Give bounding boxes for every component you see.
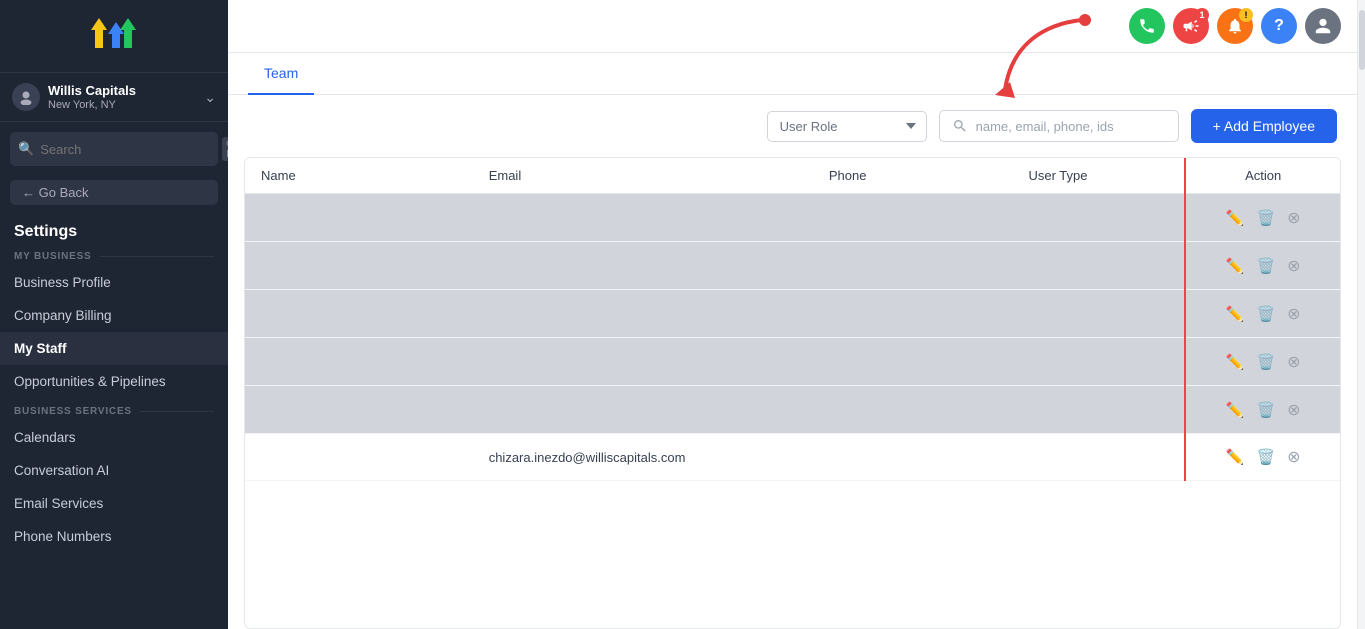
remove-access-button[interactable]: ⊗	[1284, 397, 1303, 423]
action-buttons: ✏️ 🗑️ ⊗	[1198, 205, 1328, 231]
search-input[interactable]	[40, 142, 216, 157]
col-header-phone: Phone	[813, 158, 1013, 194]
sidebar-item-email-services[interactable]: Email Services	[0, 487, 228, 520]
delete-button[interactable]: 🗑️	[1253, 302, 1278, 326]
sidebar-account[interactable]: Willis Capitals New York, NY ⌄	[0, 73, 228, 122]
edit-button[interactable]: ✏️	[1223, 445, 1248, 469]
account-info: Willis Capitals New York, NY	[48, 83, 196, 111]
user-profile-button[interactable]	[1305, 8, 1341, 44]
remove-access-button[interactable]: ⊗	[1284, 253, 1303, 279]
sidebar-item-my-staff[interactable]: My Staff	[0, 332, 228, 365]
remove-access-button[interactable]: ⊗	[1284, 205, 1303, 231]
search-input[interactable]	[976, 119, 1166, 134]
cell-user-type	[1012, 434, 1185, 481]
user-role-select[interactable]: User Role	[767, 111, 927, 142]
remove-access-button[interactable]: ⊗	[1284, 444, 1303, 470]
sidebar-item-conversation-ai[interactable]: Conversation AI	[0, 454, 228, 487]
sidebar-item-company-billing[interactable]: Company Billing	[0, 299, 228, 332]
phone-icon-button[interactable]	[1129, 8, 1165, 44]
table-row: ✏️ 🗑️ ⊗	[245, 290, 1340, 338]
table-row: chizara.inezdo@williscapitals.com ✏️ 🗑️ …	[245, 434, 1340, 481]
sidebar-item-calendars[interactable]: Calendars	[0, 421, 228, 454]
tab-team[interactable]: Team	[248, 53, 314, 95]
table-toolbar: User Role + Add Employee	[228, 95, 1357, 157]
logo-icon	[87, 14, 141, 62]
edit-button[interactable]: ✏️	[1223, 398, 1248, 422]
main-content: 1 ! ? Team User Role	[228, 0, 1357, 629]
bell-icon-button[interactable]: !	[1217, 8, 1253, 44]
table-row: ✏️ 🗑️ ⊗	[245, 242, 1340, 290]
go-back-label: ← Go Back	[22, 185, 88, 200]
cell-email: chizara.inezdo@williscapitals.com	[473, 434, 813, 481]
cell-phone	[813, 434, 1013, 481]
account-location: New York, NY	[48, 99, 196, 111]
remove-access-button[interactable]: ⊗	[1284, 349, 1303, 375]
col-header-name: Name	[245, 158, 473, 194]
sidebar-item-business-profile[interactable]: Business Profile	[0, 266, 228, 299]
settings-heading: Settings	[0, 215, 228, 243]
sidebar-item-phone-numbers[interactable]: Phone Numbers	[0, 520, 228, 553]
edit-button[interactable]: ✏️	[1223, 350, 1248, 374]
bell-badge: !	[1239, 8, 1253, 22]
cell-name	[245, 434, 473, 481]
col-header-email: Email	[473, 158, 813, 194]
go-back-button[interactable]: ← Go Back	[10, 180, 218, 205]
avatar	[12, 83, 40, 111]
remove-access-button[interactable]: ⊗	[1284, 301, 1303, 327]
sidebar-section-business-services: BUSINESS SERVICES	[0, 398, 228, 421]
col-header-user-type: User Type	[1012, 158, 1185, 194]
sidebar-item-opportunities-pipelines[interactable]: Opportunities & Pipelines	[0, 365, 228, 398]
search-icon	[952, 118, 968, 134]
search-icon: 🔍	[18, 141, 34, 157]
sidebar-section-my-business: MY BUSINESS	[0, 243, 228, 266]
sidebar-search-bar[interactable]: 🔍 ctrl K +	[10, 132, 218, 166]
action-buttons: ✏️ 🗑️ ⊗	[1198, 397, 1328, 423]
action-buttons: ✏️ 🗑️ ⊗	[1198, 253, 1328, 279]
action-buttons: ✏️ 🗑️ ⊗	[1198, 444, 1328, 470]
tabs-bar: Team	[228, 53, 1357, 95]
topbar: 1 ! ?	[228, 0, 1357, 53]
sidebar: Willis Capitals New York, NY ⌄ 🔍 ctrl K …	[0, 0, 228, 629]
megaphone-icon-button[interactable]: 1	[1173, 8, 1209, 44]
table-row: ✏️ 🗑️ ⊗	[245, 194, 1340, 242]
sidebar-nav: MY BUSINESS Business Profile Company Bil…	[0, 243, 228, 629]
add-employee-button[interactable]: + Add Employee	[1191, 109, 1337, 143]
col-header-action: Action	[1185, 158, 1340, 194]
chevron-down-icon: ⌄	[204, 89, 216, 106]
employees-table: Name Email Phone User Type Action	[245, 158, 1340, 481]
megaphone-badge: 1	[1195, 8, 1209, 22]
account-name: Willis Capitals	[48, 83, 196, 99]
action-buttons: ✏️ 🗑️ ⊗	[1198, 301, 1328, 327]
delete-button[interactable]: 🗑️	[1253, 206, 1278, 230]
delete-button[interactable]: 🗑️	[1253, 445, 1278, 469]
help-icon-button[interactable]: ?	[1261, 8, 1297, 44]
delete-button[interactable]: 🗑️	[1253, 398, 1278, 422]
table-row: ✏️ 🗑️ ⊗	[245, 386, 1340, 434]
employees-table-wrapper: Name Email Phone User Type Action	[244, 157, 1341, 629]
scrollbar-thumb[interactable]	[1359, 10, 1365, 70]
action-buttons: ✏️ 🗑️ ⊗	[1198, 349, 1328, 375]
page-content: Team User Role + Add Employee Name	[228, 53, 1357, 629]
right-scrollbar[interactable]	[1357, 0, 1365, 629]
delete-button[interactable]: 🗑️	[1253, 350, 1278, 374]
edit-button[interactable]: ✏️	[1223, 254, 1248, 278]
table-row: ✏️ 🗑️ ⊗	[245, 338, 1340, 386]
edit-button[interactable]: ✏️	[1223, 206, 1248, 230]
sidebar-logo	[0, 0, 228, 73]
edit-button[interactable]: ✏️	[1223, 302, 1248, 326]
employee-search-box[interactable]	[939, 110, 1179, 142]
search-kbd-hint: ctrl K	[222, 137, 228, 161]
delete-button[interactable]: 🗑️	[1253, 254, 1278, 278]
